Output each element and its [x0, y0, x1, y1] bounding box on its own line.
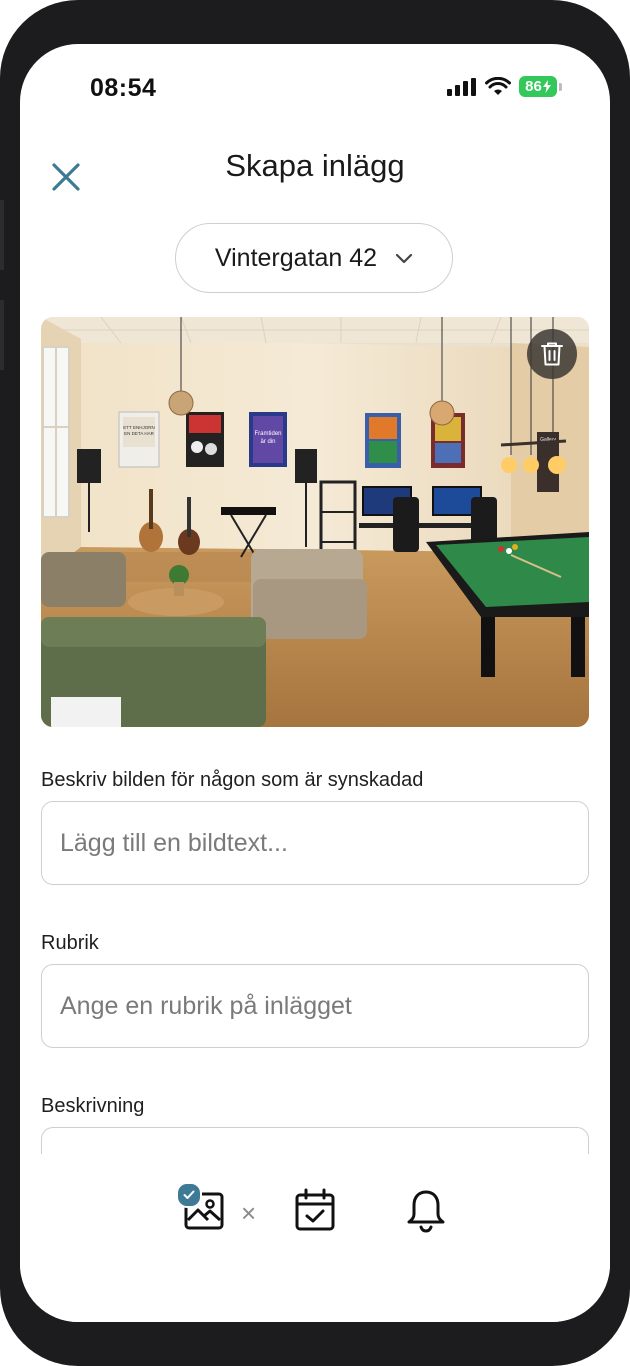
- chevron-down-icon: [395, 253, 413, 263]
- device-frame: 08:54 86 Skapa inlägg Vintergatan 42 ETT…: [0, 0, 630, 1366]
- status-time: 08:54: [90, 74, 157, 102]
- selected-check-icon: [176, 1182, 202, 1208]
- screen: 08:54 86 Skapa inlägg Vintergatan 42 ETT…: [20, 44, 610, 1322]
- event-tool-button[interactable]: [294, 1188, 336, 1237]
- volume-down-button: [0, 300, 4, 370]
- page-title: Skapa inlägg: [225, 148, 405, 183]
- remove-image-icon[interactable]: ×: [241, 1198, 256, 1229]
- status-icons: 86: [447, 76, 562, 97]
- svg-text:Framtiden: Framtiden: [254, 431, 281, 437]
- svg-text:är din: är din: [260, 439, 275, 445]
- trash-icon: [541, 342, 563, 366]
- wifi-icon: [485, 77, 511, 95]
- title-label: Rubrik: [41, 932, 99, 954]
- battery-indicator: 86: [519, 76, 557, 97]
- alt-text-label: Beskriv bilden för någon som är synskada…: [41, 769, 424, 791]
- image-tool-button[interactable]: [176, 1182, 224, 1235]
- alt-text-input[interactable]: [41, 801, 589, 885]
- location-label: Vintergatan 42: [214, 243, 378, 272]
- charging-icon: [542, 80, 551, 93]
- bell-icon: [407, 1190, 445, 1233]
- notification-tool-button[interactable]: [405, 1188, 447, 1239]
- battery-level: 86: [525, 78, 542, 95]
- battery-nub: [559, 82, 562, 91]
- location-selector[interactable]: Vintergatan 42: [175, 223, 453, 293]
- calendar-check-icon: [295, 1188, 335, 1231]
- signal-icon: [447, 77, 476, 96]
- title-input[interactable]: [41, 964, 589, 1048]
- volume-up-button: [0, 200, 4, 270]
- bottom-toolbar: ×: [20, 1154, 610, 1322]
- svg-text:EN DETA HAR: EN DETA HAR: [124, 431, 154, 436]
- svg-text:ETT ENHJORN: ETT ENHJORN: [123, 425, 154, 430]
- post-photo: ETT ENHJORN EN DETA HAR Framtiden är din…: [41, 317, 589, 727]
- room-illustration: ETT ENHJORN EN DETA HAR Framtiden är din…: [41, 317, 589, 727]
- description-label: Beskrivning: [41, 1095, 145, 1117]
- delete-photo-button[interactable]: [527, 329, 577, 379]
